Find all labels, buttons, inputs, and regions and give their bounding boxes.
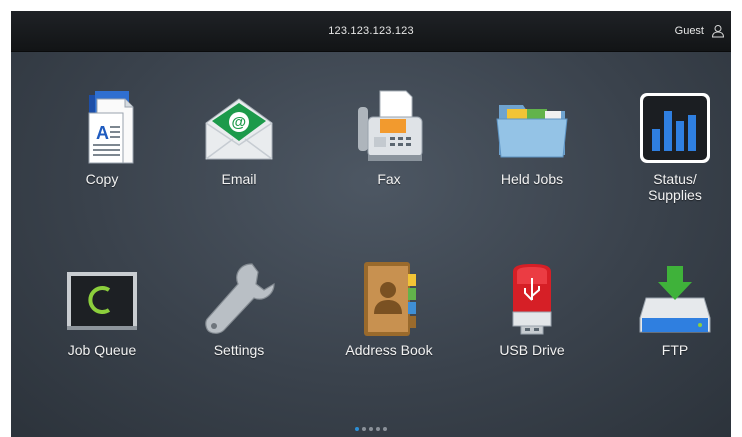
page-dot[interactable] [362,427,366,431]
app-fax[interactable]: Fax [323,89,455,199]
svg-text:A: A [96,123,109,143]
user-label: Guest [674,25,704,37]
page-dot[interactable] [355,427,359,431]
app-status-supplies[interactable]: Status/ Supplies [609,89,731,209]
page-dot[interactable] [383,427,387,431]
top-bar: 123.123.123.123 Guest [11,11,731,52]
app-label: Address Book [345,342,433,358]
app-email[interactable]: @ Email [173,89,305,199]
wrench-icon [200,260,278,338]
app-label: Status/ Supplies [648,171,702,203]
app-label: USB Drive [499,342,565,358]
copy-document-icon: A [63,89,141,167]
person-outline-icon [711,24,725,38]
app-address-book[interactable]: Address Book [323,260,455,370]
folder-icon [493,89,571,167]
usb-drive-icon [493,260,571,338]
status-bars-icon [636,89,714,167]
app-label: Fax [377,171,401,187]
email-envelope-icon: @ [200,89,278,167]
app-label: Email [221,171,257,187]
app-settings[interactable]: Settings [173,260,305,370]
fax-machine-icon [350,89,428,167]
page-dot[interactable] [369,427,373,431]
app-label: Held Jobs [500,171,564,187]
svg-text:@: @ [232,114,247,131]
page-dot[interactable] [376,427,380,431]
app-label: Settings [213,342,265,358]
device-address: 123.123.123.123 [328,25,414,37]
app-ftp[interactable]: FTP [609,260,731,370]
app-held-jobs[interactable]: Held Jobs [466,89,598,199]
app-job-queue[interactable]: Job Queue [36,260,168,370]
app-label: Job Queue [67,342,137,358]
ftp-download-drive-icon [636,260,714,338]
app-label: FTP [661,342,689,358]
job-queue-monitor-icon [63,260,141,338]
app-label: Copy [85,171,119,187]
home-screen: 123.123.123.123 Guest A Copy @ Email Fax… [11,11,731,437]
address-book-icon [350,260,428,338]
app-copy[interactable]: A Copy [36,89,168,199]
app-usb-drive[interactable]: USB Drive [466,260,598,370]
page-indicator [11,427,731,431]
user-button[interactable]: Guest [675,11,725,51]
